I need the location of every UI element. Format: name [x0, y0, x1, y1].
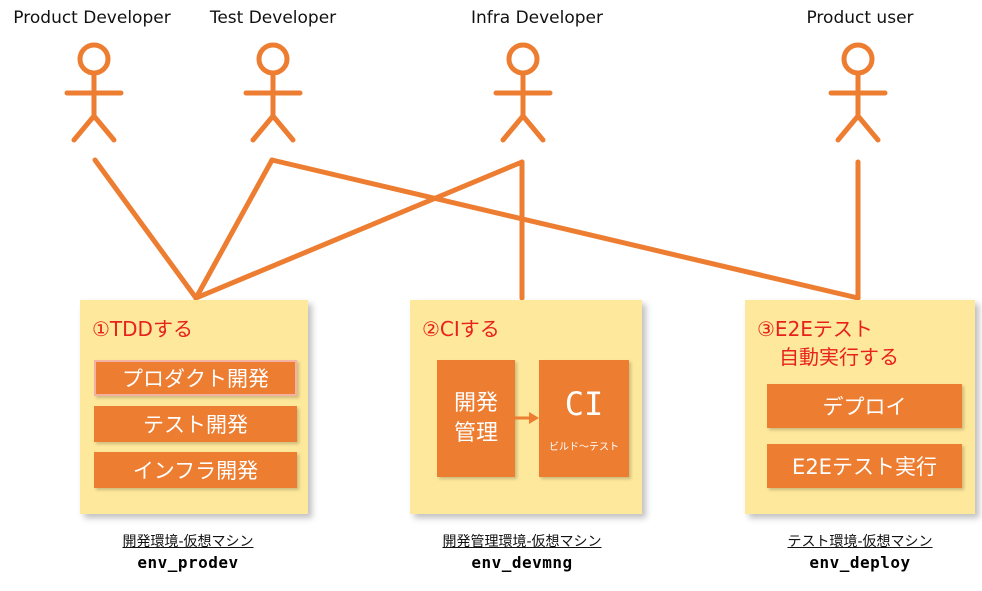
dev-management-block: 開発 管理 [437, 360, 515, 477]
stick-figure-icon [493, 42, 553, 143]
item-deploy: デプロイ [767, 384, 962, 428]
env-box-prodev: ①TDDする プロダクト開発 テスト開発 インフラ開発 [80, 300, 308, 514]
ci-block-subtitle: ビルド〜テスト [549, 442, 619, 453]
box-title-e2e-line1: ③E2Eテスト [757, 317, 873, 341]
actor-label-test-developer: Test Developer [209, 8, 337, 28]
actor-label-product-developer: Product Developer [13, 8, 171, 28]
env-name-prodev: env_prodev [137, 553, 239, 572]
ci-block: CI ビルド〜テスト [539, 360, 629, 477]
env-box-deploy: ③E2Eテスト 自動実行する デプロイ E2Eテスト実行 [745, 300, 975, 514]
stick-figure-icon [64, 42, 124, 143]
box-title-ci: ②CIする [422, 317, 500, 341]
dev-management-line1: 開発 [453, 390, 498, 416]
item-product-dev: プロダクト開発 [94, 360, 297, 396]
stick-figure-icon [828, 42, 888, 143]
env-name-devmng: env_devmng [471, 553, 573, 572]
item-test-dev: テスト開発 [94, 406, 297, 442]
stick-figure-icon [243, 42, 303, 143]
env-name-deploy: env_deploy [809, 553, 911, 572]
caption-prodev: 開発環境-仮想マシン [122, 534, 254, 550]
box-title-tdd: ①TDDする [92, 317, 193, 341]
ci-block-title: CI [564, 385, 604, 423]
actor-label-product-user: Product user [806, 8, 914, 28]
item-e2e-test-run: E2Eテスト実行 [767, 444, 962, 488]
link-product-dev-to-prodev [92, 157, 199, 301]
dev-management-line2: 管理 [453, 420, 498, 446]
item-infra-dev: インフラ開発 [94, 452, 297, 488]
actor-label-infra-developer: Infra Developer [470, 8, 604, 28]
caption-deploy: テスト環境-仮想マシン [787, 534, 933, 550]
caption-devmng: 開発管理環境-仮想マシン [442, 534, 602, 550]
arrow-right-icon [515, 412, 539, 424]
link-test-dev-to-prodev [193, 157, 275, 301]
env-box-devmng: ②CIする 開発 管理 CI ビルド〜テスト [410, 300, 642, 514]
box-title-e2e-line2: 自動実行する [779, 345, 899, 369]
